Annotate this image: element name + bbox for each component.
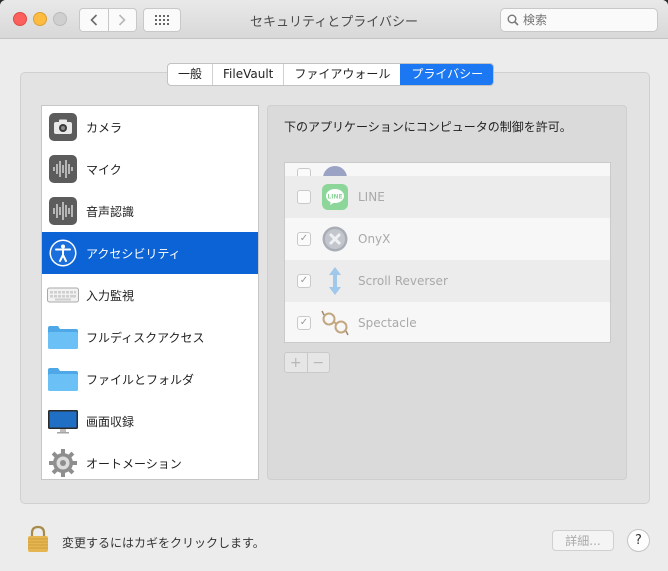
category-label: 画面収録 <box>86 414 135 429</box>
chevron-left-icon <box>90 14 97 26</box>
accessibility-icon <box>47 237 79 269</box>
category-label: フルディスクアクセス <box>86 330 205 345</box>
microphone-waveform-icon <box>47 153 79 185</box>
app-name: Scroll Reverser <box>358 274 448 288</box>
category-label: オートメーション <box>86 456 182 471</box>
advanced-button[interactable]: 詳細... <box>552 530 614 551</box>
chevron-right-icon <box>119 14 126 26</box>
forward-button[interactable] <box>107 9 137 31</box>
minimize-window-button[interactable] <box>33 12 47 26</box>
category-label: ファイルとフォルダ <box>86 372 195 387</box>
show-all-button[interactable] <box>143 8 181 32</box>
category-microphone[interactable]: マイク <box>42 148 258 190</box>
preferences-window: セキュリティとプライバシー 一般 FileVault ファイアウォール プライバ… <box>0 0 668 571</box>
lock-instruction: 変更するにはカギをクリックします。 <box>62 536 265 550</box>
checkbox <box>297 168 311 176</box>
app-name: LINE <box>358 190 385 204</box>
speech-waveform-icon <box>47 195 79 227</box>
app-name: OnyX <box>358 232 391 246</box>
lock-icon <box>28 525 48 552</box>
category-label: マイク <box>86 162 122 177</box>
folder-icon <box>47 321 79 353</box>
tab-privacy[interactable]: プライバシー <box>400 64 494 85</box>
display-icon <box>47 405 79 437</box>
checkbox[interactable]: ✓ <box>297 232 311 246</box>
detail-heading: 下のアプリケーションにコンピュータの制御を許可。 <box>284 120 572 134</box>
category-camera[interactable]: カメラ <box>42 106 258 148</box>
navigation-buttons <box>79 8 137 32</box>
add-app-button[interactable]: + <box>285 353 307 372</box>
close-window-button[interactable] <box>13 12 27 26</box>
tab-filevault[interactable]: FileVault <box>212 64 283 85</box>
category-screen-recording[interactable]: 画面収録 <box>42 400 258 442</box>
svg-text:LINE: LINE <box>327 194 342 201</box>
app-list[interactable]: LINE LINE ✓ OnyX ✓ Scroll Reverser ✓ Spe… <box>284 162 611 343</box>
search-icon <box>507 14 519 26</box>
window-title: セキュリティとプライバシー <box>250 15 418 30</box>
category-label: カメラ <box>86 120 123 135</box>
category-accessibility[interactable]: アクセシビリティ <box>42 232 258 274</box>
checkbox[interactable] <box>297 190 311 204</box>
grid-icon <box>155 15 169 25</box>
gear-icon <box>47 447 79 479</box>
list-item[interactable]: ✓ OnyX <box>285 218 610 260</box>
category-label: アクセシビリティ <box>86 246 181 261</box>
camera-icon <box>47 111 79 143</box>
add-remove-control: + − <box>284 352 330 373</box>
list-item[interactable]: ✓ Scroll Reverser <box>285 260 610 302</box>
remove-app-button[interactable]: − <box>306 353 330 372</box>
zoom-window-button[interactable] <box>53 12 67 26</box>
category-files-and-folders[interactable]: ファイルとフォルダ <box>42 358 258 400</box>
keyboard-icon <box>47 279 79 311</box>
line-app-icon: LINE <box>321 183 349 211</box>
tab-general[interactable]: 一般 <box>168 64 212 85</box>
list-item[interactable]: ✓ Spectacle <box>285 302 610 342</box>
scroll-reverser-app-icon <box>321 267 349 295</box>
app-icon <box>321 164 349 176</box>
privacy-category-list: カメラ マイク 音声認識 アクセシビリティ 入力監視 フルディスクアクセス ファ… <box>41 105 259 480</box>
spectacle-app-icon <box>321 309 349 337</box>
lock-button[interactable] <box>26 525 50 557</box>
folder-icon <box>47 363 79 395</box>
checkbox[interactable]: ✓ <box>297 316 311 330</box>
search-field[interactable] <box>500 8 658 32</box>
list-item[interactable]: LINE LINE <box>285 176 610 218</box>
category-label: 音声認識 <box>86 204 135 219</box>
tab-bar: 一般 FileVault ファイアウォール プライバシー <box>167 63 495 86</box>
category-input-monitoring[interactable]: 入力監視 <box>42 274 258 316</box>
search-input[interactable] <box>523 13 633 27</box>
title-bar: セキュリティとプライバシー <box>0 0 668 39</box>
list-item-partial <box>285 163 610 176</box>
category-full-disk-access[interactable]: フルディスクアクセス <box>42 316 258 358</box>
onyx-app-icon <box>321 225 349 253</box>
app-name: Spectacle <box>358 316 417 330</box>
checkbox[interactable]: ✓ <box>297 274 311 288</box>
category-label: 入力監視 <box>86 288 135 303</box>
category-automation[interactable]: オートメーション <box>42 442 258 479</box>
category-speech-recognition[interactable]: 音声認識 <box>42 190 258 232</box>
tab-firewall[interactable]: ファイアウォール <box>283 64 400 85</box>
help-button[interactable]: ? <box>627 529 650 552</box>
back-button[interactable] <box>80 9 108 31</box>
